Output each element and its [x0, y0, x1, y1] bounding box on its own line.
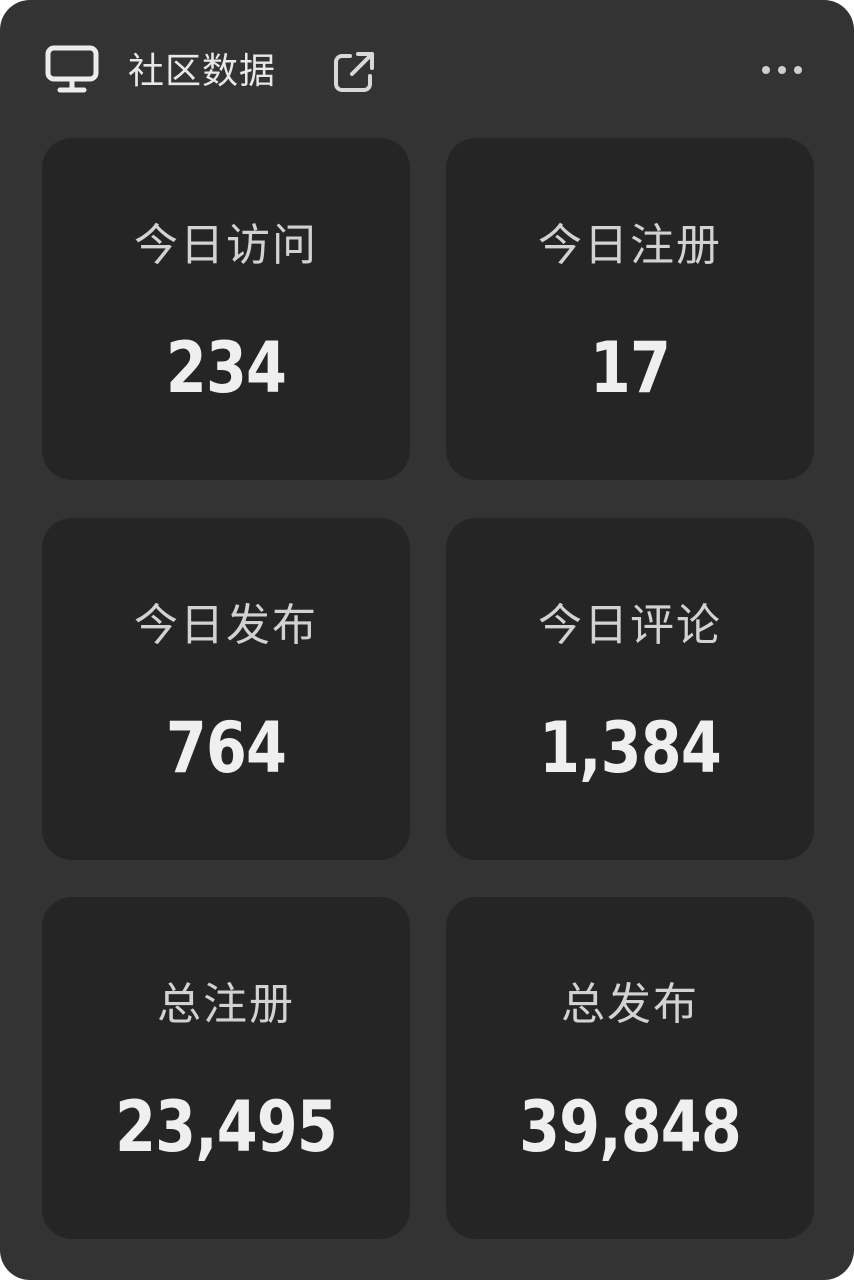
stat-card-today-registrations[interactable]: 今日注册 17 [446, 138, 814, 480]
widget-title: 社区数据 [128, 51, 277, 92]
widget-header: 社区数据 [0, 0, 854, 140]
more-horizontal-icon[interactable] [758, 58, 806, 82]
stat-value: 17 [589, 327, 671, 409]
stat-label: 总注册 [157, 979, 295, 1030]
stat-card-today-visits[interactable]: 今日访问 234 [42, 138, 410, 480]
community-data-widget: 社区数据 今日访问 234 今日注册 17 今日发布 764 今日评论 1,38… [0, 0, 854, 1280]
stat-value: 39,848 [519, 1086, 742, 1168]
stat-label: 总发布 [561, 979, 699, 1030]
stat-card-total-registrations[interactable]: 总注册 23,495 [42, 897, 410, 1239]
stat-card-today-comments[interactable]: 今日评论 1,384 [446, 518, 814, 860]
monitor-icon [45, 45, 99, 93]
stat-value: 234 [165, 327, 287, 409]
stat-label: 今日访问 [134, 220, 318, 271]
stat-value: 1,384 [539, 707, 722, 789]
stat-card-total-posts[interactable]: 总发布 39,848 [446, 897, 814, 1239]
external-link-icon[interactable] [330, 48, 378, 96]
stat-value: 23,495 [115, 1086, 338, 1168]
stat-label: 今日注册 [538, 220, 722, 271]
stat-label: 今日发布 [134, 600, 318, 651]
stat-value: 764 [165, 707, 287, 789]
stat-card-today-posts[interactable]: 今日发布 764 [42, 518, 410, 860]
stat-label: 今日评论 [538, 600, 722, 651]
